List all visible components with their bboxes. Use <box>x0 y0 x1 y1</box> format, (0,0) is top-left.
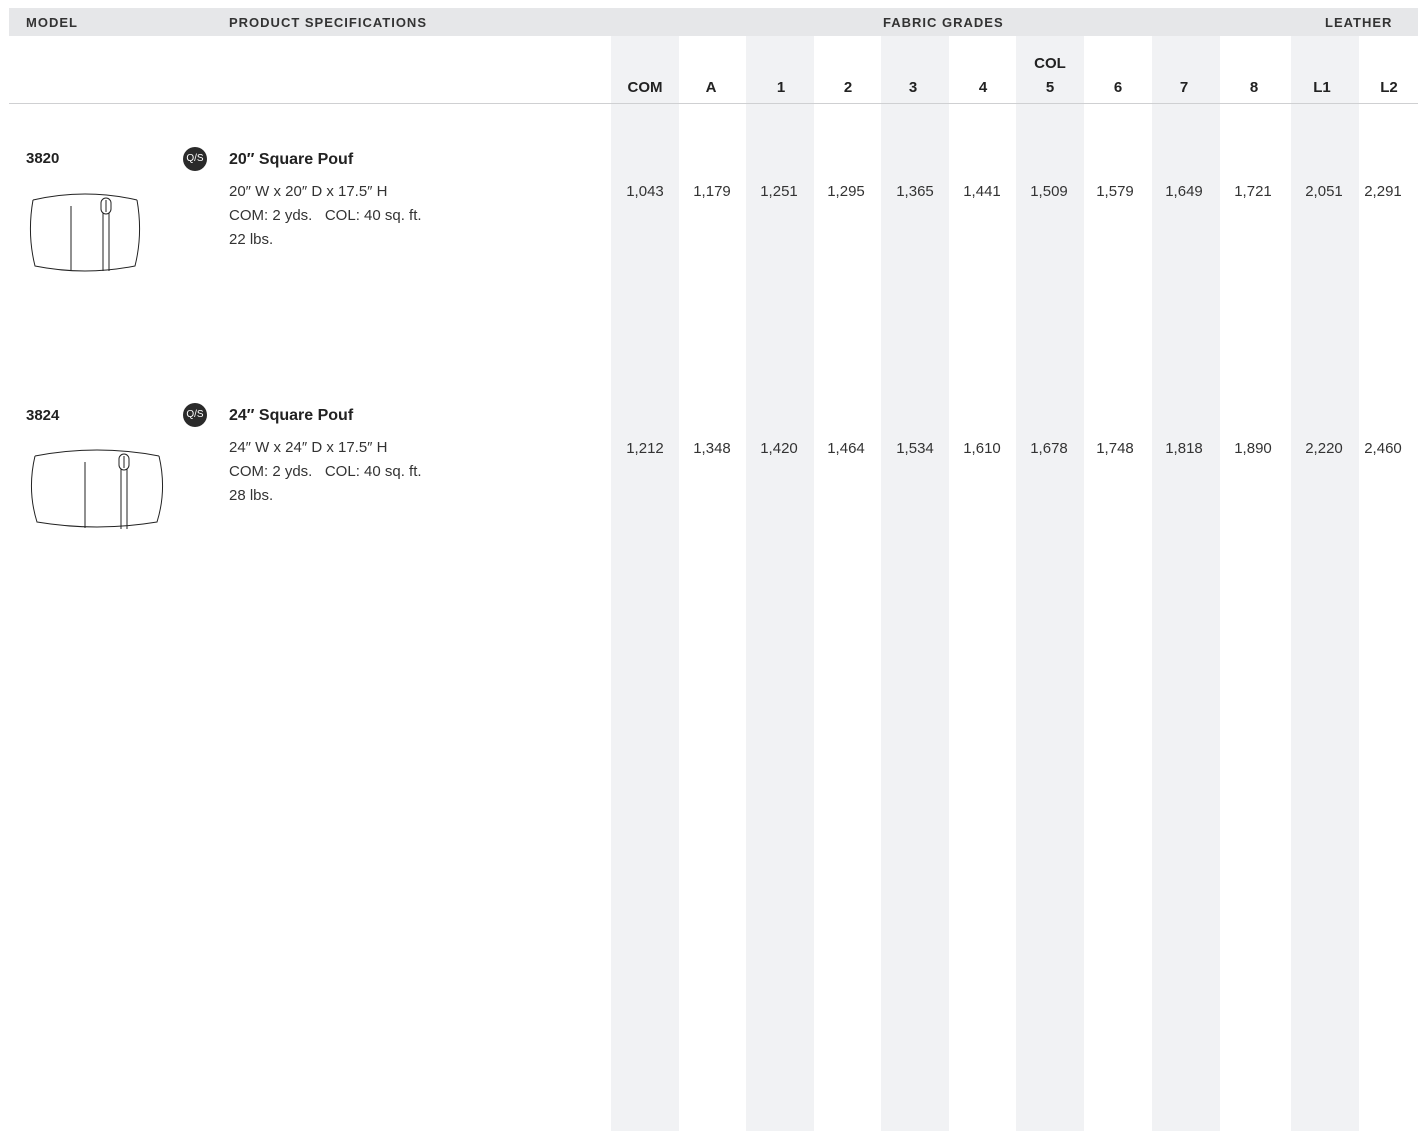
row-1-price-com: 1,043 <box>626 183 664 200</box>
col-header-com: COM <box>627 79 663 96</box>
row-2-price-l2: 2,460 <box>1364 440 1402 457</box>
row-1-product-name: 20″ Square Pouf <box>229 151 354 168</box>
row-2-dimensions: 24″ W x 24″ D x 17.5″ H <box>229 439 388 456</box>
quick-ship-icon: Q/S <box>183 147 207 171</box>
row-2-price-a: 1,348 <box>693 440 731 457</box>
row-2-com-col: COM: 2 yds. COL: 40 sq. ft. <box>229 463 422 480</box>
row-1-price-l2: 2,291 <box>1364 183 1402 200</box>
shade-col-1 <box>746 36 814 1131</box>
row-1-price-5: 1,509 <box>1030 183 1068 200</box>
row-1-price-l1: 2,051 <box>1305 183 1343 200</box>
header-specs: PRODUCT SPECIFICATIONS <box>229 15 427 30</box>
row-1-price-2: 1,295 <box>827 183 865 200</box>
row-1-price-8: 1,721 <box>1234 183 1272 200</box>
row-1-model: 3820 <box>26 150 60 167</box>
col-header-6: 6 <box>1113 79 1123 96</box>
header-model: MODEL <box>26 15 78 30</box>
pouf-24-sketch-icon <box>30 449 164 529</box>
row-1-price-1: 1,251 <box>760 183 798 200</box>
row-1-price-a: 1,179 <box>693 183 731 200</box>
header-leather: LEATHER <box>1325 15 1393 30</box>
row-2-model: 3824 <box>26 407 60 424</box>
col-header-a: A <box>705 79 717 96</box>
row-1-weight: 22 lbs. <box>229 231 274 248</box>
shade-col-3 <box>881 36 949 1131</box>
row-1-price-3: 1,365 <box>896 183 934 200</box>
row-2-price-5: 1,678 <box>1030 440 1068 457</box>
col-header-1: 1 <box>776 79 786 96</box>
col-header-8: 8 <box>1249 79 1259 96</box>
row-1-price-7: 1,649 <box>1165 183 1203 200</box>
row-2-price-6: 1,748 <box>1096 440 1134 457</box>
shade-col-l1 <box>1291 36 1359 1131</box>
col-header-5: 5 <box>1045 79 1055 96</box>
row-2-price-8: 1,890 <box>1234 440 1272 457</box>
header-bar <box>9 8 1418 36</box>
row-2-price-l1: 2,220 <box>1305 440 1343 457</box>
row-2-price-com: 1,212 <box>626 440 664 457</box>
row-1-dimensions: 20″ W x 20″ D x 17.5″ H <box>229 183 388 200</box>
header-fabric-grades: FABRIC GRADES <box>883 15 1004 30</box>
col-header-2: 2 <box>843 79 853 96</box>
col-header-l1: L1 <box>1313 79 1331 96</box>
col-header-7: 7 <box>1179 79 1189 96</box>
row-1-price-4: 1,441 <box>963 183 1001 200</box>
col-header-4: 4 <box>978 79 988 96</box>
row-2-price-3: 1,534 <box>896 440 934 457</box>
col-header-3: 3 <box>908 79 918 96</box>
row-2-weight: 28 lbs. <box>229 487 274 504</box>
row-2-product-name: 24″ Square Pouf <box>229 407 354 424</box>
row-2-price-7: 1,818 <box>1165 440 1203 457</box>
row-2-price-2: 1,464 <box>827 440 865 457</box>
pouf-20-sketch-icon <box>29 193 141 272</box>
shade-col-5 <box>1016 36 1084 1131</box>
row-2-price-4: 1,610 <box>963 440 1001 457</box>
row-1-com-col: COM: 2 yds. COL: 40 sq. ft. <box>229 207 422 224</box>
row-1-price-6: 1,579 <box>1096 183 1134 200</box>
row-2-price-1: 1,420 <box>760 440 798 457</box>
quick-ship-icon: Q/S <box>183 403 207 427</box>
shade-col-7 <box>1152 36 1220 1131</box>
header-divider <box>9 103 1418 104</box>
col-header-col-label: COL <box>1034 55 1066 72</box>
shade-col-com <box>611 36 679 1131</box>
col-header-l2: L2 <box>1380 79 1398 96</box>
